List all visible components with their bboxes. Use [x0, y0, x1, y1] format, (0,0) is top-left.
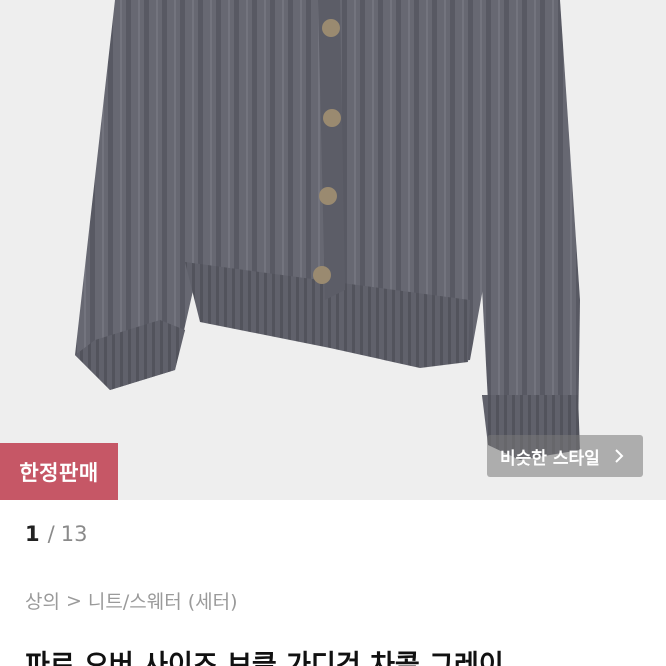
pager-current: 1	[25, 522, 40, 546]
breadcrumb: 상의 > 니트/스웨터 (세터)	[25, 587, 238, 614]
pager-separator: /	[47, 522, 55, 546]
image-pager: 1 / 13	[25, 522, 87, 546]
similar-style-label: 비슷한 스타일	[500, 448, 600, 469]
similar-style-button[interactable]: 비슷한 스타일	[487, 435, 643, 477]
product-title: 파르 오버 사이즈 브클 가디건 차콜 그레이	[25, 650, 504, 666]
product-image[interactable]	[0, 0, 666, 500]
limited-sale-badge: 한정판매	[0, 443, 118, 500]
limited-sale-label: 한정판매	[19, 460, 99, 485]
breadcrumb-category[interactable]: 상의	[25, 587, 60, 614]
cardigan-illustration	[0, 0, 666, 500]
breadcrumb-separator: >	[65, 589, 82, 612]
breadcrumb-subcategory[interactable]: 니트/스웨터 (세터)	[88, 587, 238, 614]
pager-total: 13	[60, 522, 88, 546]
chevron-right-icon	[615, 449, 624, 463]
